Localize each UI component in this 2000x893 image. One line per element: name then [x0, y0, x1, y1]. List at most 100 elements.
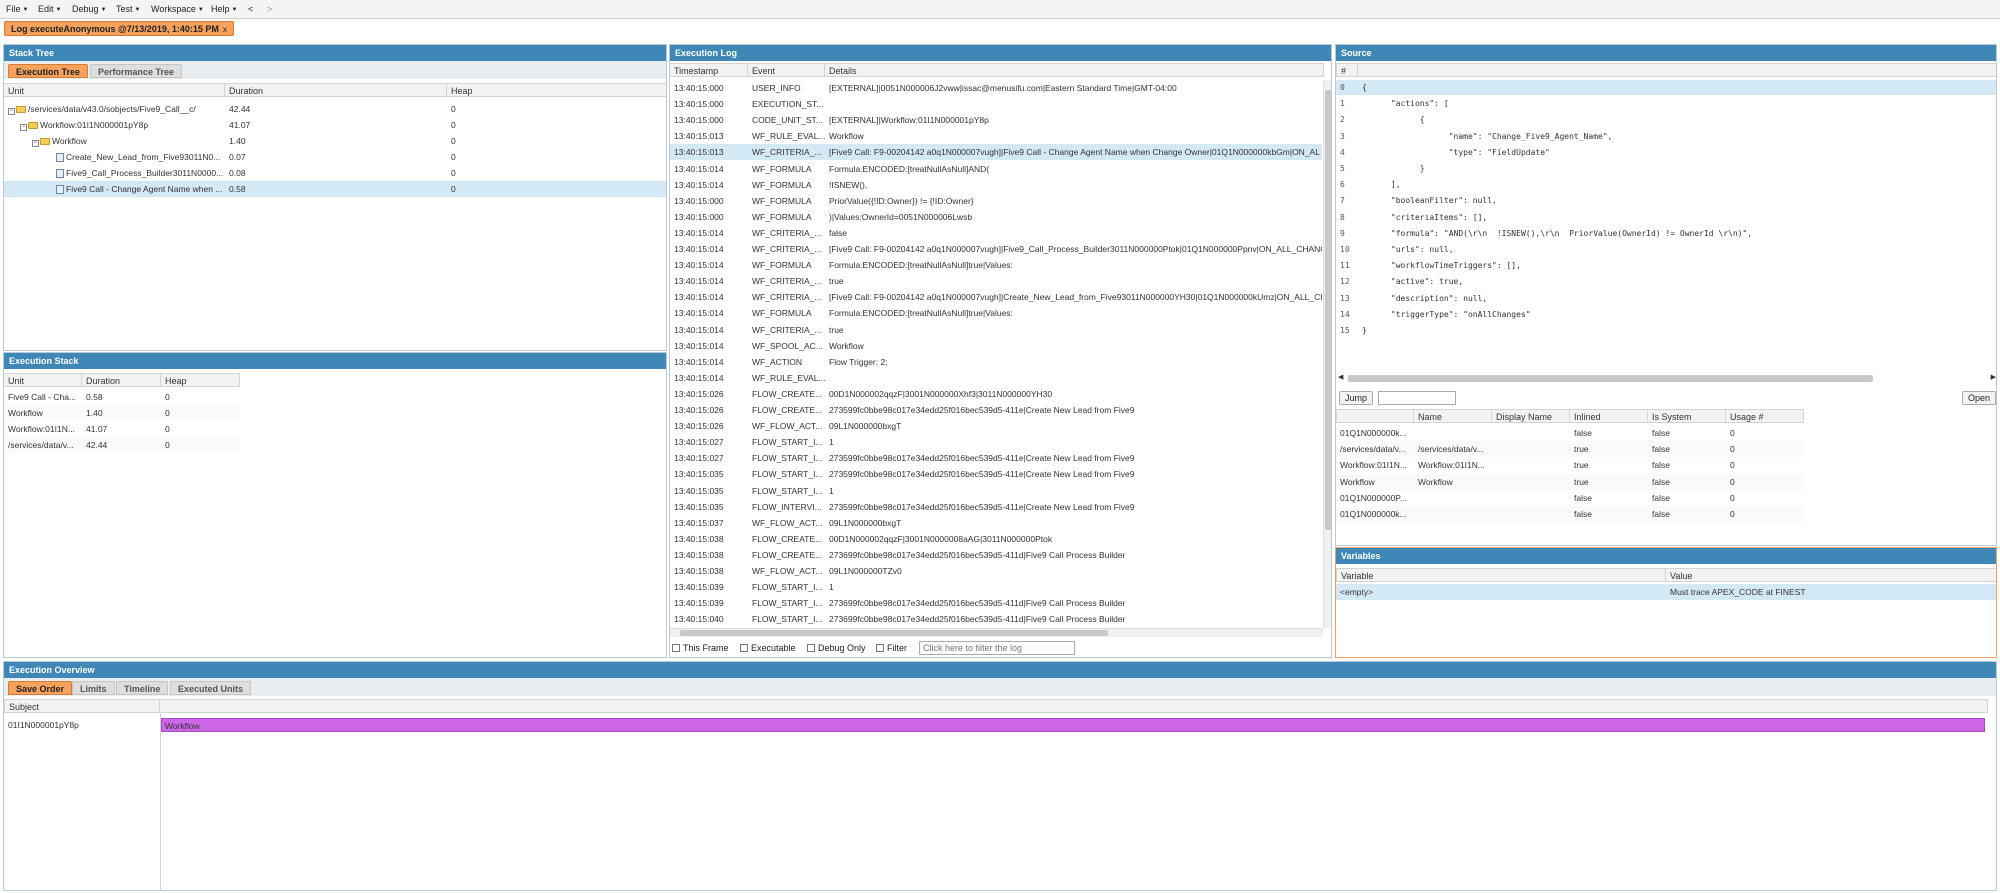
menu-file[interactable]: File ▼ — [6, 4, 28, 14]
nav-back-button[interactable]: < — [248, 4, 253, 14]
filter-this-frame[interactable]: This Frame — [672, 643, 729, 653]
col-duration[interactable]: Duration — [225, 83, 447, 97]
units-row[interactable]: /services/data/v... /services/data/v... tr… — [1336, 441, 1804, 458]
tree-row[interactable]: Create_New_Lead_from_Five93011N0... 0.07… — [4, 149, 666, 165]
log-row[interactable]: 13:40:15:014 WF_ACTION Flow Trigger: 2; — [670, 354, 1322, 370]
jump-input[interactable] — [1378, 391, 1456, 405]
units-row[interactable]: Workflow Workflow true false 0 — [1336, 473, 1804, 490]
checkbox-icon[interactable] — [876, 644, 884, 652]
log-row[interactable]: 13:40:15:037 WF_FLOW_ACT... 09L1N000000bxg… — [670, 515, 1322, 531]
log-filter-input[interactable] — [919, 641, 1075, 655]
log-row[interactable]: 13:40:15:013 WF_RULE_EVAL... Workflow — [670, 128, 1322, 144]
stack-row[interactable]: Workflow:01I1N... 41.07 0 — [4, 421, 240, 437]
col-variable[interactable]: Variable — [1336, 568, 1666, 582]
units-col-header[interactable]: Display Name — [1492, 409, 1570, 423]
tab-executed-units[interactable]: Executed Units — [170, 681, 252, 695]
log-row[interactable]: 13:40:15:014 WF_RULE_EVAL... — [670, 370, 1322, 386]
log-row[interactable]: 13:40:15:035 FLOW_START_I... 273599fc0bbe9… — [670, 466, 1322, 482]
stack-row[interactable]: /services/data/v... 42.44 0 — [4, 437, 240, 453]
col-event[interactable]: Event — [748, 63, 825, 77]
log-row[interactable]: 13:40:15:038 FLOW_CREATE... 273699fc0bbe98… — [670, 547, 1322, 563]
tree-row[interactable]: − Workflow:01I1N000001pY8p 41.07 0 — [4, 117, 666, 133]
tab-save-order[interactable]: Save Order — [8, 681, 73, 695]
col-unit[interactable]: Unit — [4, 373, 82, 387]
collapse-icon[interactable]: − — [8, 108, 15, 115]
log-horizontal-scrollbar[interactable] — [670, 628, 1323, 637]
collapse-icon[interactable]: − — [20, 124, 27, 131]
log-row[interactable]: 13:40:15:040 FLOW_START_I... 273699fc0bbe9… — [670, 611, 1322, 627]
col-timestamp[interactable]: Timestamp — [670, 63, 748, 77]
log-row[interactable]: 13:40:15:026 WF_FLOW_ACT... 09L1N000000bxg… — [670, 418, 1322, 434]
scroll-left-icon[interactable]: ◀ — [1338, 373, 1343, 381]
log-row[interactable]: 13:40:15:014 WF_FORMULA Formula:ENCODED:[t… — [670, 257, 1322, 273]
menu-edit[interactable]: Edit ▼ — [38, 4, 61, 14]
checkbox-icon[interactable] — [740, 644, 748, 652]
tree-row[interactable]: Five9_Call_Process_Builder3011N0000... 0… — [4, 165, 666, 181]
scroll-right-icon[interactable]: ▶ — [1991, 373, 1996, 381]
nav-forward-button[interactable]: > — [267, 4, 272, 14]
log-vertical-scrollbar[interactable] — [1323, 80, 1331, 628]
log-row[interactable]: 13:40:15:039 FLOW_START_I... 273699fc0bbe9… — [670, 595, 1322, 611]
log-document-tab[interactable]: Log executeAnonymous @7/13/2019, 1:40:15… — [4, 21, 234, 36]
log-row[interactable]: 13:40:15:039 FLOW_START_I... 1 — [670, 579, 1322, 595]
log-row[interactable]: 13:40:15:014 WF_FORMULA !ISNEW(), — [670, 177, 1322, 193]
tree-row[interactable]: − Workflow 1.40 0 — [4, 133, 666, 149]
log-row[interactable]: 13:40:15:027 FLOW_START_I... 273599fc0bbe9… — [670, 450, 1322, 466]
log-row[interactable]: 13:40:15:038 FLOW_CREATE... 00D1N000002qqz… — [670, 531, 1322, 547]
log-row[interactable]: 13:40:15:026 FLOW_CREATE... 00D1N000002qqz… — [670, 386, 1322, 402]
tab-limits[interactable]: Limits — [72, 681, 115, 695]
log-row[interactable]: 13:40:15:000 WF_FORMULA)|Values:OwnerId=0… — [670, 209, 1322, 225]
tree-row-selected[interactable]: Five9 Call - Change Agent Name when ... … — [4, 181, 666, 197]
log-row[interactable]: 13:40:15:014 WF_CRITERIA_... false — [670, 225, 1322, 241]
close-icon[interactable]: x — [223, 25, 227, 34]
log-row[interactable]: 13:40:15:038 WF_FLOW_ACT... 09L1N000000TZv… — [670, 563, 1322, 579]
menu-help[interactable]: Help ▼ — [211, 4, 237, 14]
log-row[interactable]: 13:40:15:014 WF_CRITERIA_... true — [670, 322, 1322, 338]
log-row[interactable]: 13:40:15:014 WF_FORMULA Formula:ENCODED:[t… — [670, 161, 1322, 177]
log-row[interactable]: 13:40:15:035 FLOW_START_I... 1 — [670, 483, 1322, 499]
workflow-bar[interactable]: Workflow — [161, 718, 1985, 732]
col-unit[interactable]: Unit — [4, 83, 225, 97]
overview-row[interactable]: 01I1N000001pY8p — [4, 717, 160, 733]
menu-test[interactable]: Test ▼ — [116, 4, 140, 14]
col-details[interactable]: Details — [825, 63, 1324, 77]
menu-workspace[interactable]: Workspace ▼ — [151, 4, 204, 14]
scroll-thumb[interactable] — [1325, 90, 1331, 530]
variable-row[interactable]: <empty> Must trace APEX_CODE at FINEST — [1336, 584, 1996, 600]
jump-button[interactable]: Jump — [1339, 391, 1374, 405]
col-heap[interactable]: Heap — [161, 373, 240, 387]
log-row[interactable]: 13:40:15:014 WF_CRITERIA_... [Five9 Call: … — [670, 289, 1322, 305]
units-col-header[interactable]: Inlined — [1570, 409, 1648, 423]
checkbox-icon[interactable] — [672, 644, 680, 652]
scroll-thumb[interactable] — [680, 630, 1108, 636]
log-row[interactable]: 13:40:15:014 WF_CRITERIA_... true — [670, 273, 1322, 289]
menu-debug[interactable]: Debug ▼ — [72, 4, 106, 14]
col-duration[interactable]: Duration — [82, 373, 161, 387]
log-row[interactable]: 13:40:15:014 WF_SPOOL_AC... Workflow — [670, 338, 1322, 354]
log-row-selected[interactable]: 13:40:15:013 WF_CRITERIA_... [Five9 Call: … — [670, 144, 1322, 161]
tab-execution-tree[interactable]: Execution Tree — [8, 64, 89, 78]
tree-row[interactable]: − /services/data/v43.0/sobjects/Five9_Cal… — [4, 101, 666, 117]
units-row[interactable]: 01Q1N000000k... false false 0 — [1336, 425, 1804, 441]
log-row[interactable]: 13:40:15:000 WF_FORMULA PriorValue({!ID:Ow… — [670, 193, 1322, 209]
log-row[interactable]: 13:40:15:000 CODE_UNIT_ST... [EXTERNAL]|Wo… — [670, 112, 1322, 128]
filter-executable[interactable]: Executable — [740, 643, 796, 653]
log-row[interactable]: 13:40:15:035 FLOW_INTERVI... 273599fc0bbe9… — [670, 499, 1322, 515]
tab-performance-tree[interactable]: Performance Tree — [90, 64, 183, 78]
log-row[interactable]: 13:40:15:000 USER_INFO [EXTERNAL]|0051N000… — [670, 80, 1322, 96]
units-row[interactable]: 01Q1N000000P... false false 0 — [1336, 490, 1804, 506]
log-row[interactable]: 13:40:15:014 WF_CRITERIA_... [Five9 Call: … — [670, 241, 1322, 257]
col-heap[interactable]: Heap — [447, 83, 666, 97]
col-subject[interactable]: Subject — [4, 699, 160, 713]
log-row[interactable]: 13:40:15:000 EXECUTION_ST... — [670, 96, 1322, 112]
units-row[interactable]: Workflow:01I1N... Workflow:01I1N... true fa… — [1336, 457, 1804, 473]
collapse-icon[interactable]: − — [32, 140, 39, 147]
scroll-thumb[interactable] — [1348, 375, 1873, 382]
tab-timeline[interactable]: Timeline — [116, 681, 169, 695]
open-button[interactable]: Open — [1962, 391, 1996, 405]
units-row[interactable]: 01Q1N000000k... false false 0 — [1336, 506, 1804, 522]
log-row[interactable]: 13:40:15:026 FLOW_CREATE... 273599fc0bbe98… — [670, 402, 1322, 418]
filter-debug-only[interactable]: Debug Only — [807, 643, 866, 653]
filter-toggle[interactable]: Filter — [876, 643, 907, 653]
units-col-header[interactable]: Usage # — [1726, 409, 1804, 423]
